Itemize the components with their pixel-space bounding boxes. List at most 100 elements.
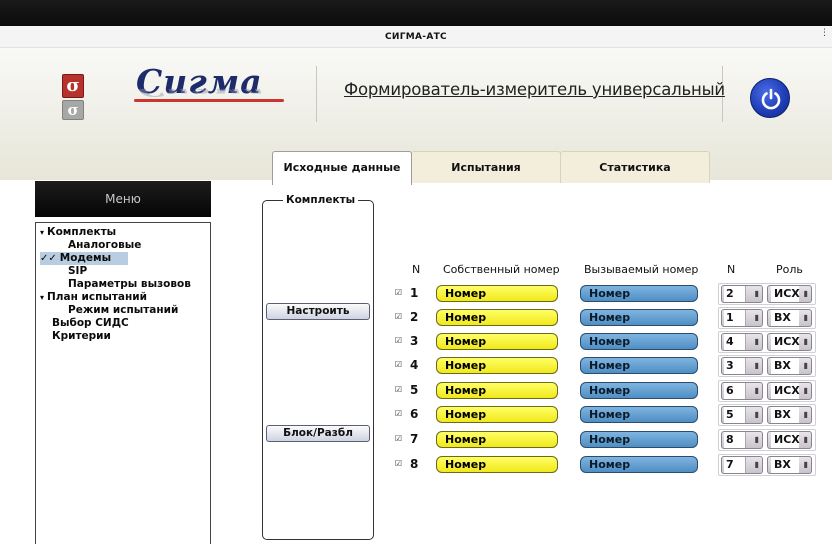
row-checkbox[interactable]: ☑ (394, 336, 403, 345)
role-select[interactable]: ВХ ▮ (767, 456, 812, 474)
configure-button[interactable]: Настроить (266, 303, 370, 320)
row-number: 1 (410, 286, 419, 300)
own-number-field[interactable]: Номер (436, 382, 558, 399)
table-row: ☑ 8 Номер Номер 7 ▮ ВХ ▮ (388, 454, 828, 478)
own-number-field[interactable]: Номер (436, 285, 558, 302)
kits-group (262, 200, 374, 540)
menu-item-test-plan[interactable]: ▾ План испытаний (40, 291, 147, 304)
menu-item-analog[interactable]: Аналоговые (68, 239, 141, 252)
power-button[interactable] (750, 78, 790, 118)
menu-item-sip[interactable]: SIP (68, 265, 87, 278)
peer-number-select[interactable]: 4 ▮ (721, 333, 763, 351)
menu-item-test-mode[interactable]: Режим испытаний (68, 304, 178, 317)
tab-tests[interactable]: Испытания (411, 151, 561, 183)
row-checkbox[interactable]: ☑ (394, 434, 403, 443)
dropdown-arrow-icon: ▮ (803, 361, 808, 370)
called-number-field[interactable]: Номер (580, 431, 698, 448)
column-header-called-number: Вызываемый номер (584, 263, 699, 276)
peer-number-value: 8 (724, 432, 746, 448)
peer-number-select[interactable]: 5 ▮ (721, 406, 763, 424)
called-number-field[interactable]: Номер (580, 285, 698, 302)
block-unblock-button[interactable]: Блок/Разбл (266, 425, 370, 442)
own-number-field[interactable]: Номер (436, 456, 558, 473)
peer-number-select[interactable]: 1 ▮ (721, 309, 763, 327)
dropdown-arrow-icon: ▮ (803, 410, 808, 419)
app-title: Формирователь-измеритель универсальный (344, 80, 725, 99)
row-checkbox[interactable]: ☑ (394, 360, 403, 369)
window-title: СИГМА-АТС (0, 26, 832, 48)
role-value: ИСХ (771, 334, 800, 350)
called-number-field[interactable]: Номер (580, 406, 698, 423)
row-number: 5 (410, 383, 419, 397)
role-value: ВХ (771, 407, 799, 423)
own-number-field[interactable]: Номер (436, 357, 558, 374)
role-select[interactable]: ИСХ ▮ (767, 333, 812, 351)
spin-arrow-icon: ▮ (754, 337, 759, 346)
dropdown-arrow-icon: ▮ (803, 435, 808, 444)
row-checkbox[interactable]: ☑ (394, 288, 403, 297)
row-checkbox[interactable]: ☑ (394, 459, 403, 468)
spin-arrow-icon: ▮ (754, 313, 759, 322)
own-number-field[interactable]: Номер (436, 309, 558, 326)
spin-arrow-icon: ▮ (754, 435, 759, 444)
peer-number-value: 7 (724, 457, 746, 473)
role-select[interactable]: ВХ ▮ (767, 406, 812, 424)
peer-number-select[interactable]: 6 ▮ (721, 382, 763, 400)
tab-source-data[interactable]: Исходные данные (272, 151, 412, 185)
dropdown-arrow-icon: ▮ (803, 337, 808, 346)
power-icon (761, 88, 781, 110)
row-number: 6 (410, 407, 419, 421)
menu-header: Меню (35, 181, 211, 217)
role-select[interactable]: ИСХ ▮ (767, 431, 812, 449)
expand-arrow-icon: ▾ (40, 228, 45, 237)
own-number-field[interactable]: Номер (436, 406, 558, 423)
called-number-field[interactable]: Номер (580, 333, 698, 350)
menu-item-sids[interactable]: Выбор СИДС (52, 317, 129, 330)
role-value: ИСХ (771, 286, 800, 302)
table-row: ☑ 7 Номер Номер 8 ▮ ИСХ ▮ (388, 429, 828, 453)
role-select[interactable]: ВХ ▮ (767, 309, 812, 327)
menu-item-kits[interactable]: ▾ Комплекты (40, 226, 116, 239)
row-number: 7 (410, 432, 419, 446)
dropdown-arrow-icon: ▮ (803, 460, 808, 469)
role-select[interactable]: ИСХ ▮ (767, 382, 812, 400)
dropdown-arrow-icon: ▮ (803, 386, 808, 395)
called-number-field[interactable]: Номер (580, 357, 698, 374)
peer-number-select[interactable]: 3 ▮ (721, 357, 763, 375)
table-row: ☑ 3 Номер Номер 4 ▮ ИСХ ▮ (388, 331, 828, 355)
menu-item-modems[interactable]: ✓✓ Модемы (40, 252, 128, 265)
role-select[interactable]: ИСХ ▮ (767, 285, 812, 303)
role-select[interactable]: ВХ ▮ (767, 357, 812, 375)
role-value: ИСХ (771, 432, 800, 448)
checkmark-icon: ✓✓ (40, 253, 57, 264)
called-number-field[interactable]: Номер (580, 456, 698, 473)
header-divider (316, 66, 317, 122)
row-checkbox[interactable]: ☑ (394, 409, 403, 418)
peer-number-value: 5 (724, 407, 746, 423)
peer-number-value: 4 (724, 334, 746, 350)
role-value: ВХ (771, 310, 799, 326)
logo-sigma-icon: σ (62, 74, 84, 98)
menu-item-call-params[interactable]: Параметры вызовов (68, 278, 191, 291)
table-row: ☑ 2 Номер Номер 1 ▮ ВХ ▮ (388, 307, 828, 331)
table-row: ☑ 4 Номер Номер 3 ▮ ВХ ▮ (388, 355, 828, 379)
row-checkbox[interactable]: ☑ (394, 385, 403, 394)
row-checkbox[interactable]: ☑ (394, 312, 403, 321)
role-value: ВХ (771, 457, 799, 473)
own-number-field[interactable]: Номер (436, 333, 558, 350)
spin-arrow-icon: ▮ (754, 410, 759, 419)
dropdown-arrow-icon: ▮ (803, 313, 808, 322)
peer-number-select[interactable]: 7 ▮ (721, 456, 763, 474)
peer-number-select[interactable]: 8 ▮ (721, 431, 763, 449)
spin-arrow-icon: ▮ (754, 460, 759, 469)
column-header-role: Роль (776, 263, 803, 276)
menu-item-criteria[interactable]: Критерии (52, 330, 111, 343)
column-header-n2: N (727, 263, 736, 276)
tab-statistics[interactable]: Статистика (560, 151, 710, 183)
called-number-field[interactable]: Номер (580, 309, 698, 326)
window-menu-icon[interactable]: ⋮ (820, 28, 829, 38)
peer-number-value: 6 (724, 383, 746, 399)
peer-number-select[interactable]: 2 ▮ (721, 285, 763, 303)
called-number-field[interactable]: Номер (580, 382, 698, 399)
own-number-field[interactable]: Номер (436, 431, 558, 448)
